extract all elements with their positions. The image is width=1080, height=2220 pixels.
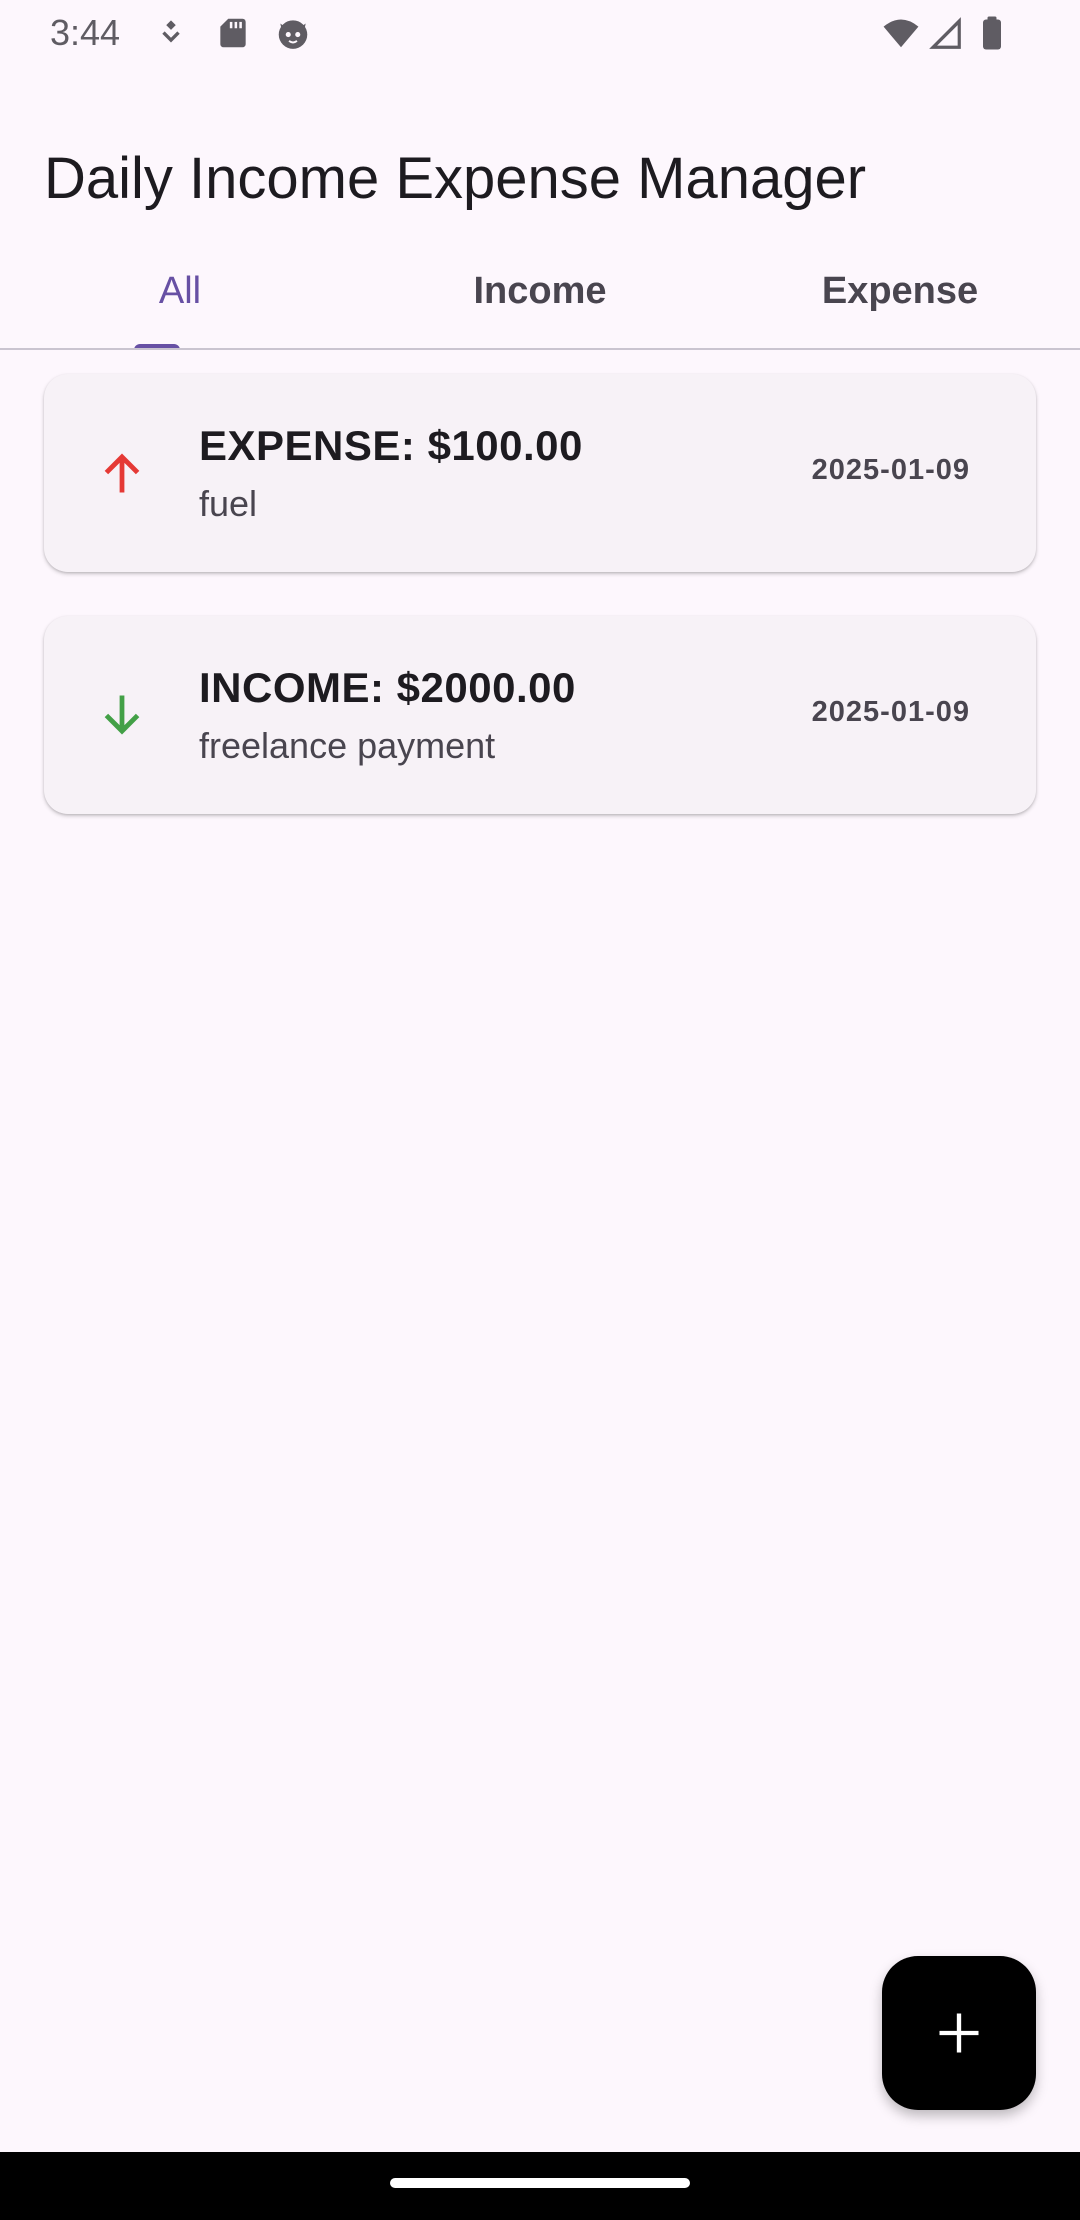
battery-icon [974, 14, 1010, 52]
app-title: Daily Income Expense Manager [44, 145, 867, 211]
tab-all[interactable]: All [0, 232, 360, 350]
status-time: 3:44 [50, 12, 121, 53]
plus-icon [939, 2013, 979, 2053]
arrow-down-icon [96, 689, 148, 741]
cat-face-icon [274, 14, 312, 52]
cellular-signal-icon [926, 14, 964, 52]
transaction-description: fuel [199, 483, 258, 524]
transaction-card-expense[interactable]: EXPENSE: $100.00 fuel 2025-01-09 [44, 374, 1036, 572]
wifi-icon [882, 14, 920, 52]
nfc-icon [152, 14, 190, 52]
tabs-divider [0, 348, 1080, 350]
transaction-date: 2025-01-09 [811, 454, 970, 486]
tab-all-label: All [158, 269, 202, 312]
tab-bar: All Income Expense [0, 232, 1080, 350]
home-gesture-handle[interactable] [390, 2178, 690, 2188]
tab-income-label: Income [473, 269, 607, 312]
transaction-title: INCOME: $2000.00 [199, 664, 576, 711]
system-navigation-bar [0, 2152, 1080, 2220]
tab-expense[interactable]: Expense [720, 232, 1080, 350]
arrow-up-icon [96, 447, 148, 499]
status-bar: 3:44 [0, 0, 1080, 66]
tab-income[interactable]: Income [360, 232, 720, 350]
tab-expense-label: Expense [821, 269, 979, 312]
add-transaction-button[interactable] [882, 1956, 1036, 2110]
transaction-card-income[interactable]: INCOME: $2000.00 freelance payment 2025-… [44, 616, 1036, 814]
sd-card-icon [214, 14, 252, 52]
transaction-title: EXPENSE: $100.00 [199, 422, 583, 469]
transaction-date: 2025-01-09 [811, 696, 970, 728]
transaction-description: freelance payment [199, 725, 496, 766]
